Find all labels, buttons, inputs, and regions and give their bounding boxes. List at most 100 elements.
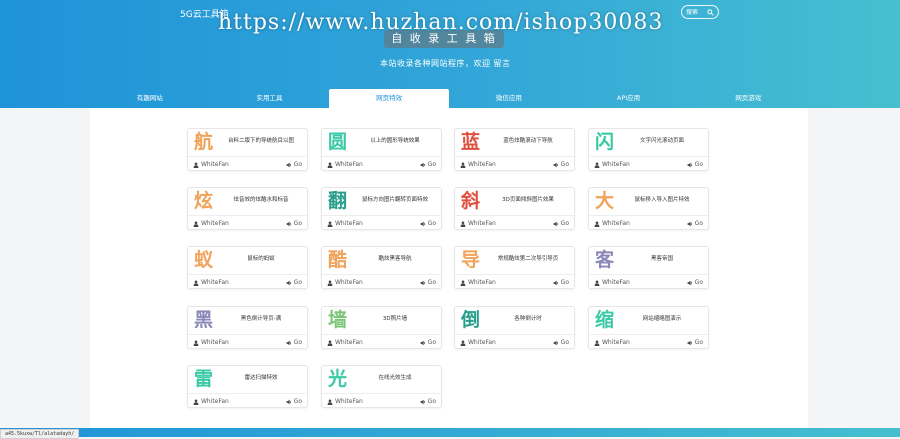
- user-icon: [327, 339, 333, 346]
- card-author[interactable]: WhiteFan: [460, 279, 496, 286]
- tab-3[interactable]: 微信应用: [449, 89, 569, 108]
- tool-card[interactable]: 光在线光效生成 WhiteFan Go: [321, 365, 442, 408]
- card-footer: WhiteFan Go: [322, 274, 441, 290]
- card-author[interactable]: WhiteFan: [327, 161, 363, 168]
- tab-0[interactable]: 有趣网站: [90, 89, 210, 108]
- tool-card[interactable]: 斜 3D页面倾斜图片效果 WhiteFan Go: [454, 187, 575, 230]
- card-author[interactable]: WhiteFan: [594, 220, 630, 227]
- go-label: Go: [427, 279, 436, 286]
- card-description[interactable]: 文字闪光滚动页面: [620, 133, 704, 150]
- card-description[interactable]: 蓝色炫酷滚动下导航: [486, 133, 570, 150]
- card-glyph: 光: [328, 368, 348, 390]
- card-description[interactable]: 常规酷炫第二次导引导页: [486, 251, 570, 268]
- go-button[interactable]: Go: [286, 161, 302, 168]
- go-button[interactable]: Go: [553, 339, 569, 346]
- card-description[interactable]: 雷达扫描特效: [219, 370, 303, 387]
- go-button[interactable]: Go: [420, 339, 436, 346]
- card-description[interactable]: 网站缩略图演示: [620, 311, 704, 328]
- card-description[interactable]: 酷炫黑客导航: [353, 251, 437, 268]
- tab-4[interactable]: API应用: [569, 89, 689, 108]
- search-icon[interactable]: [707, 8, 714, 16]
- go-label: Go: [293, 279, 302, 286]
- tool-card[interactable]: 客黑客帝国 WhiteFan Go: [588, 246, 709, 289]
- card-description[interactable]: 以上的圆形导统效果: [353, 133, 437, 150]
- go-button[interactable]: Go: [553, 279, 569, 286]
- card-author[interactable]: WhiteFan: [327, 220, 363, 227]
- card-author[interactable]: WhiteFan: [594, 339, 630, 346]
- search-input[interactable]: [686, 8, 704, 16]
- tool-card[interactable]: 蚁鼠标的蚂蚁 WhiteFan Go: [187, 246, 308, 289]
- tool-card[interactable]: 导常规酷炫第二次导引导页 WhiteFan Go: [454, 246, 575, 289]
- card-description[interactable]: 台料二版下的导统航目以图: [219, 133, 303, 150]
- site-subtitle: 本站收录各种网站程序，欢迎 留言: [380, 59, 511, 68]
- author-name: WhiteFan: [468, 220, 496, 227]
- volume-icon: [553, 280, 559, 286]
- card-author[interactable]: WhiteFan: [193, 161, 229, 168]
- tool-card[interactable]: 缩网站缩略图演示 WhiteFan Go: [588, 306, 709, 349]
- search-box[interactable]: [681, 5, 719, 19]
- card-author[interactable]: WhiteFan: [327, 339, 363, 346]
- card-author[interactable]: WhiteFan: [327, 398, 363, 405]
- card-author[interactable]: WhiteFan: [594, 279, 630, 286]
- card-description[interactable]: 炫音效的炫酷水和标音: [219, 192, 303, 209]
- card-description[interactable]: 鼠标的蚂蚁: [219, 251, 303, 268]
- volume-icon: [420, 399, 426, 405]
- tool-card[interactable]: 雷雷达扫描特效 WhiteFan Go: [187, 365, 308, 408]
- tool-card[interactable]: 闪文字闪光滚动页面 WhiteFan Go: [588, 128, 709, 171]
- tab-1[interactable]: 实用工具: [210, 89, 330, 108]
- go-button[interactable]: Go: [286, 398, 302, 405]
- go-button[interactable]: Go: [420, 279, 436, 286]
- card-description[interactable]: 在线光效生成: [353, 370, 437, 387]
- go-button[interactable]: Go: [286, 220, 302, 227]
- go-label: Go: [427, 161, 436, 168]
- volume-icon: [286, 340, 292, 346]
- go-button[interactable]: Go: [286, 279, 302, 286]
- card-author[interactable]: WhiteFan: [327, 279, 363, 286]
- go-button[interactable]: Go: [687, 279, 703, 286]
- card-footer: WhiteFan Go: [589, 215, 708, 231]
- tool-card[interactable]: 大鼠标移入导入图片特效 WhiteFan Go: [588, 187, 709, 230]
- tool-card[interactable]: 黑黑色倒计导页-满 WhiteFan Go: [187, 306, 308, 349]
- volume-icon: [286, 221, 292, 227]
- card-glyph: 导: [461, 249, 481, 271]
- tool-card[interactable]: 翻鼠标方向图片翻转页面特效 WhiteFan Go: [321, 187, 442, 230]
- card-author[interactable]: WhiteFan: [193, 279, 229, 286]
- tool-card[interactable]: 蓝蓝色炫酷滚动下导航 WhiteFan Go: [454, 128, 575, 171]
- card-footer: WhiteFan Go: [455, 274, 574, 290]
- card-author[interactable]: WhiteFan: [193, 398, 229, 405]
- card-author[interactable]: WhiteFan: [193, 339, 229, 346]
- go-button[interactable]: Go: [687, 220, 703, 227]
- go-button[interactable]: Go: [687, 161, 703, 168]
- go-button[interactable]: Go: [286, 339, 302, 346]
- go-label: Go: [427, 220, 436, 227]
- card-author[interactable]: WhiteFan: [193, 220, 229, 227]
- card-description[interactable]: 鼠标方向图片翻转页面特效: [353, 192, 437, 209]
- tool-card[interactable]: 倒各种倒计时 WhiteFan Go: [454, 306, 575, 349]
- tool-card[interactable]: 酷酷炫黑客导航 WhiteFan Go: [321, 246, 442, 289]
- card-glyph: 蚁: [194, 249, 214, 271]
- go-button[interactable]: Go: [420, 161, 436, 168]
- tool-card[interactable]: 墙 3D照片墙 WhiteFan Go: [321, 306, 442, 349]
- card-author[interactable]: WhiteFan: [460, 220, 496, 227]
- card-author[interactable]: WhiteFan: [460, 339, 496, 346]
- tool-card[interactable]: 圆以上的圆形导统效果 WhiteFan Go: [321, 128, 442, 171]
- go-button[interactable]: Go: [553, 161, 569, 168]
- card-author[interactable]: WhiteFan: [460, 161, 496, 168]
- tool-card[interactable]: 炫炫音效的炫酷水和标音 WhiteFan Go: [187, 187, 308, 230]
- go-button[interactable]: Go: [420, 398, 436, 405]
- author-name: WhiteFan: [602, 161, 630, 168]
- go-button[interactable]: Go: [420, 220, 436, 227]
- card-description[interactable]: 各种倒计时: [486, 311, 570, 328]
- card-description[interactable]: 黑客帝国: [620, 251, 704, 268]
- tab-5[interactable]: 网页游戏: [688, 89, 808, 108]
- tab-2[interactable]: 网页特效: [329, 89, 450, 108]
- card-description[interactable]: 3D页面倾斜图片效果: [486, 192, 570, 209]
- tool-card[interactable]: 航台料二版下的导统航目以图 WhiteFan Go: [187, 128, 308, 171]
- card-glyph: 黑: [194, 309, 214, 331]
- card-description[interactable]: 3D照片墙: [353, 311, 437, 328]
- go-button[interactable]: Go: [687, 339, 703, 346]
- card-author[interactable]: WhiteFan: [594, 161, 630, 168]
- go-button[interactable]: Go: [553, 220, 569, 227]
- card-description[interactable]: 黑色倒计导页-满: [219, 311, 303, 328]
- card-description[interactable]: 鼠标移入导入图片特效: [620, 192, 704, 209]
